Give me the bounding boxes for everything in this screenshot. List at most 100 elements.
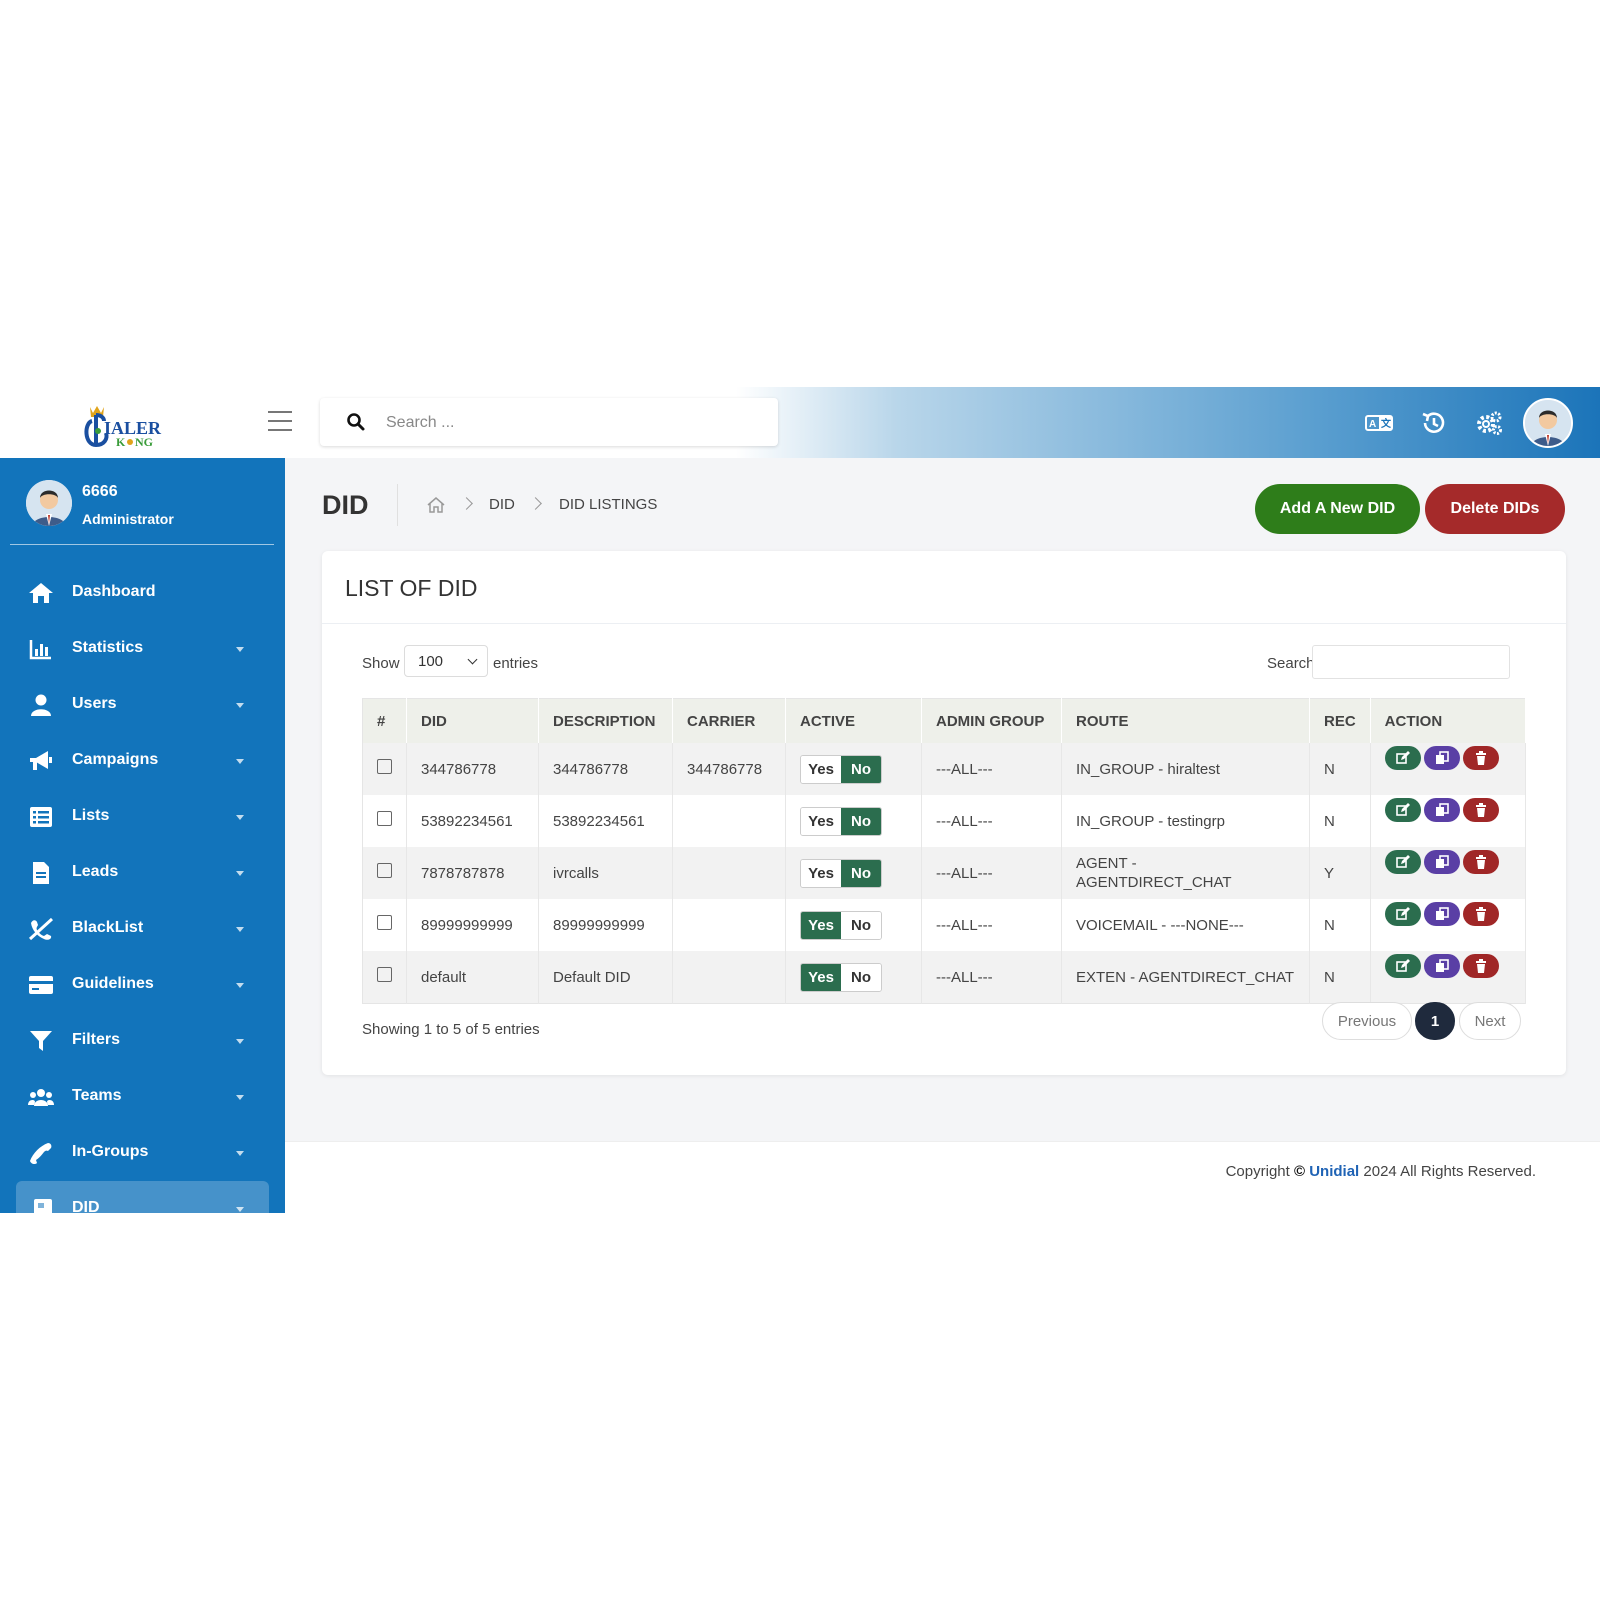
profile-avatar[interactable]	[26, 480, 72, 526]
sidebar-item-label: Statistics	[72, 639, 144, 656]
phone-icon	[30, 1143, 52, 1165]
next-page-button[interactable]: Next	[1459, 1002, 1521, 1040]
toggle-yes[interactable]: Yes	[801, 755, 841, 783]
current-page-button[interactable]: 1	[1415, 1002, 1455, 1040]
sidebar-item-dashboard[interactable]: Dashboard	[0, 565, 285, 621]
did-icon	[34, 1199, 52, 1213]
home-icon[interactable]	[426, 495, 446, 515]
sidebar-item-users[interactable]: Users	[0, 677, 285, 733]
sidebar-item-guidelines[interactable]: Guidelines	[0, 957, 285, 1013]
svg-text:K: K	[116, 435, 126, 449]
edit-button[interactable]	[1384, 746, 1421, 770]
active-toggle[interactable]: Yes No	[800, 754, 882, 784]
edit-button[interactable]	[1384, 954, 1421, 978]
trash-icon	[1475, 751, 1486, 765]
previous-page-button[interactable]: Previous	[1322, 1002, 1412, 1040]
row-checkbox[interactable]	[377, 811, 392, 826]
sidebar-item-did[interactable]: DID	[16, 1181, 269, 1213]
copy-button[interactable]	[1423, 798, 1460, 822]
column-header[interactable]: #	[362, 698, 407, 743]
table-search-input[interactable]	[1312, 645, 1510, 679]
toggle-yes[interactable]: Yes	[801, 911, 841, 939]
chevron-down-icon	[236, 1207, 244, 1212]
active-toggle[interactable]: Yes No	[800, 910, 882, 940]
copyright-prefix: Copyright	[1225, 1163, 1290, 1180]
sidebar-item-lists[interactable]: Lists	[0, 789, 285, 845]
delete-button[interactable]	[1462, 798, 1499, 822]
sidebar-item-label: Dashboard	[72, 583, 156, 600]
column-header[interactable]: CARRIER	[672, 698, 786, 743]
column-header[interactable]: ADMIN GROUP	[921, 698, 1062, 743]
svg-text:IALER: IALER	[104, 418, 162, 438]
admin-group-cell: ---ALL---	[921, 795, 1062, 847]
column-header[interactable]: REC	[1309, 698, 1371, 743]
active-toggle[interactable]: Yes No	[800, 962, 882, 992]
chevron-down-icon	[236, 927, 244, 932]
copy-icon	[1435, 803, 1449, 816]
delete-button[interactable]	[1462, 850, 1499, 874]
column-header[interactable]: ACTIVE	[785, 698, 922, 743]
global-search-input[interactable]	[384, 410, 758, 436]
toggle-yes[interactable]: Yes	[801, 963, 841, 991]
delete-button[interactable]	[1462, 902, 1499, 926]
edit-button[interactable]	[1384, 850, 1421, 874]
row-checkbox[interactable]	[377, 967, 392, 982]
chevron-down-icon	[236, 983, 244, 988]
copy-button[interactable]	[1423, 850, 1460, 874]
edit-icon	[1395, 803, 1410, 816]
user-name: 6666	[82, 483, 118, 500]
toggle-no[interactable]: No	[841, 807, 881, 835]
card-divider	[322, 623, 1566, 624]
sidebar-item-filters[interactable]: Filters	[0, 1013, 285, 1069]
active-toggle[interactable]: Yes No	[800, 858, 882, 888]
row-checkbox[interactable]	[377, 915, 392, 930]
active-toggle[interactable]: Yes No	[800, 806, 882, 836]
user-avatar[interactable]	[1523, 398, 1573, 448]
toggle-no[interactable]: No	[841, 911, 881, 939]
add-did-button[interactable]: Add A New DID	[1255, 484, 1420, 534]
toggle-no[interactable]: No	[841, 963, 881, 991]
toggle-yes[interactable]: Yes	[801, 807, 841, 835]
row-checkbox[interactable]	[377, 759, 392, 774]
copy-button[interactable]	[1423, 954, 1460, 978]
chevron-right-icon	[460, 497, 473, 510]
toggle-no[interactable]: No	[841, 755, 881, 783]
footer-brand-link[interactable]: Unidial	[1309, 1163, 1359, 1180]
dialer-king-logo[interactable]: IALER K NG	[82, 401, 182, 449]
sidebar-item-teams[interactable]: Teams	[0, 1069, 285, 1125]
menu-toggle-button[interactable]	[268, 411, 292, 431]
copy-button[interactable]	[1423, 746, 1460, 770]
breadcrumb-did[interactable]: DID	[489, 496, 515, 513]
column-header[interactable]: DID	[406, 698, 539, 743]
column-header[interactable]: DESCRIPTION	[538, 698, 673, 743]
translate-icon[interactable]: A 文	[1365, 409, 1393, 437]
edit-button[interactable]	[1384, 798, 1421, 822]
row-checkbox[interactable]	[377, 863, 392, 878]
table-info: Showing 1 to 5 of 5 entries	[362, 1021, 540, 1038]
did-cell: 7878787878	[406, 847, 539, 899]
edit-button[interactable]	[1384, 902, 1421, 926]
sidebar-item-statistics[interactable]: Statistics	[0, 621, 285, 677]
toggle-yes[interactable]: Yes	[801, 859, 841, 887]
sidebar-item-in-groups[interactable]: In-Groups	[0, 1125, 285, 1181]
entries-per-page-select[interactable]: 100	[404, 645, 488, 677]
delete-button[interactable]	[1462, 746, 1499, 770]
sidebar-item-label: BlackList	[72, 919, 144, 936]
admin-group-cell: ---ALL---	[921, 899, 1062, 951]
app-window: IALER K NG A 文	[0, 387, 1600, 1213]
sidebar-item-campaigns[interactable]: Campaigns	[0, 733, 285, 789]
settings-icon[interactable]	[1475, 409, 1503, 437]
sidebar-item-label: Users	[72, 695, 117, 712]
column-header[interactable]: ROUTE	[1061, 698, 1310, 743]
copy-button[interactable]	[1423, 902, 1460, 926]
megaphone-icon	[30, 751, 52, 770]
table-row: default Default DID Yes No ---ALL--- EXTE…	[362, 951, 1527, 1004]
sidebar-item-leads[interactable]: Leads	[0, 845, 285, 901]
carrier-cell	[672, 899, 786, 951]
delete-dids-button[interactable]: Delete DIDs	[1425, 484, 1565, 534]
toggle-no[interactable]: No	[841, 859, 881, 887]
delete-button[interactable]	[1462, 954, 1499, 978]
history-icon[interactable]	[1420, 409, 1448, 437]
sidebar-item-blacklist[interactable]: BlackList	[0, 901, 285, 957]
bar-chart-icon	[29, 640, 51, 660]
